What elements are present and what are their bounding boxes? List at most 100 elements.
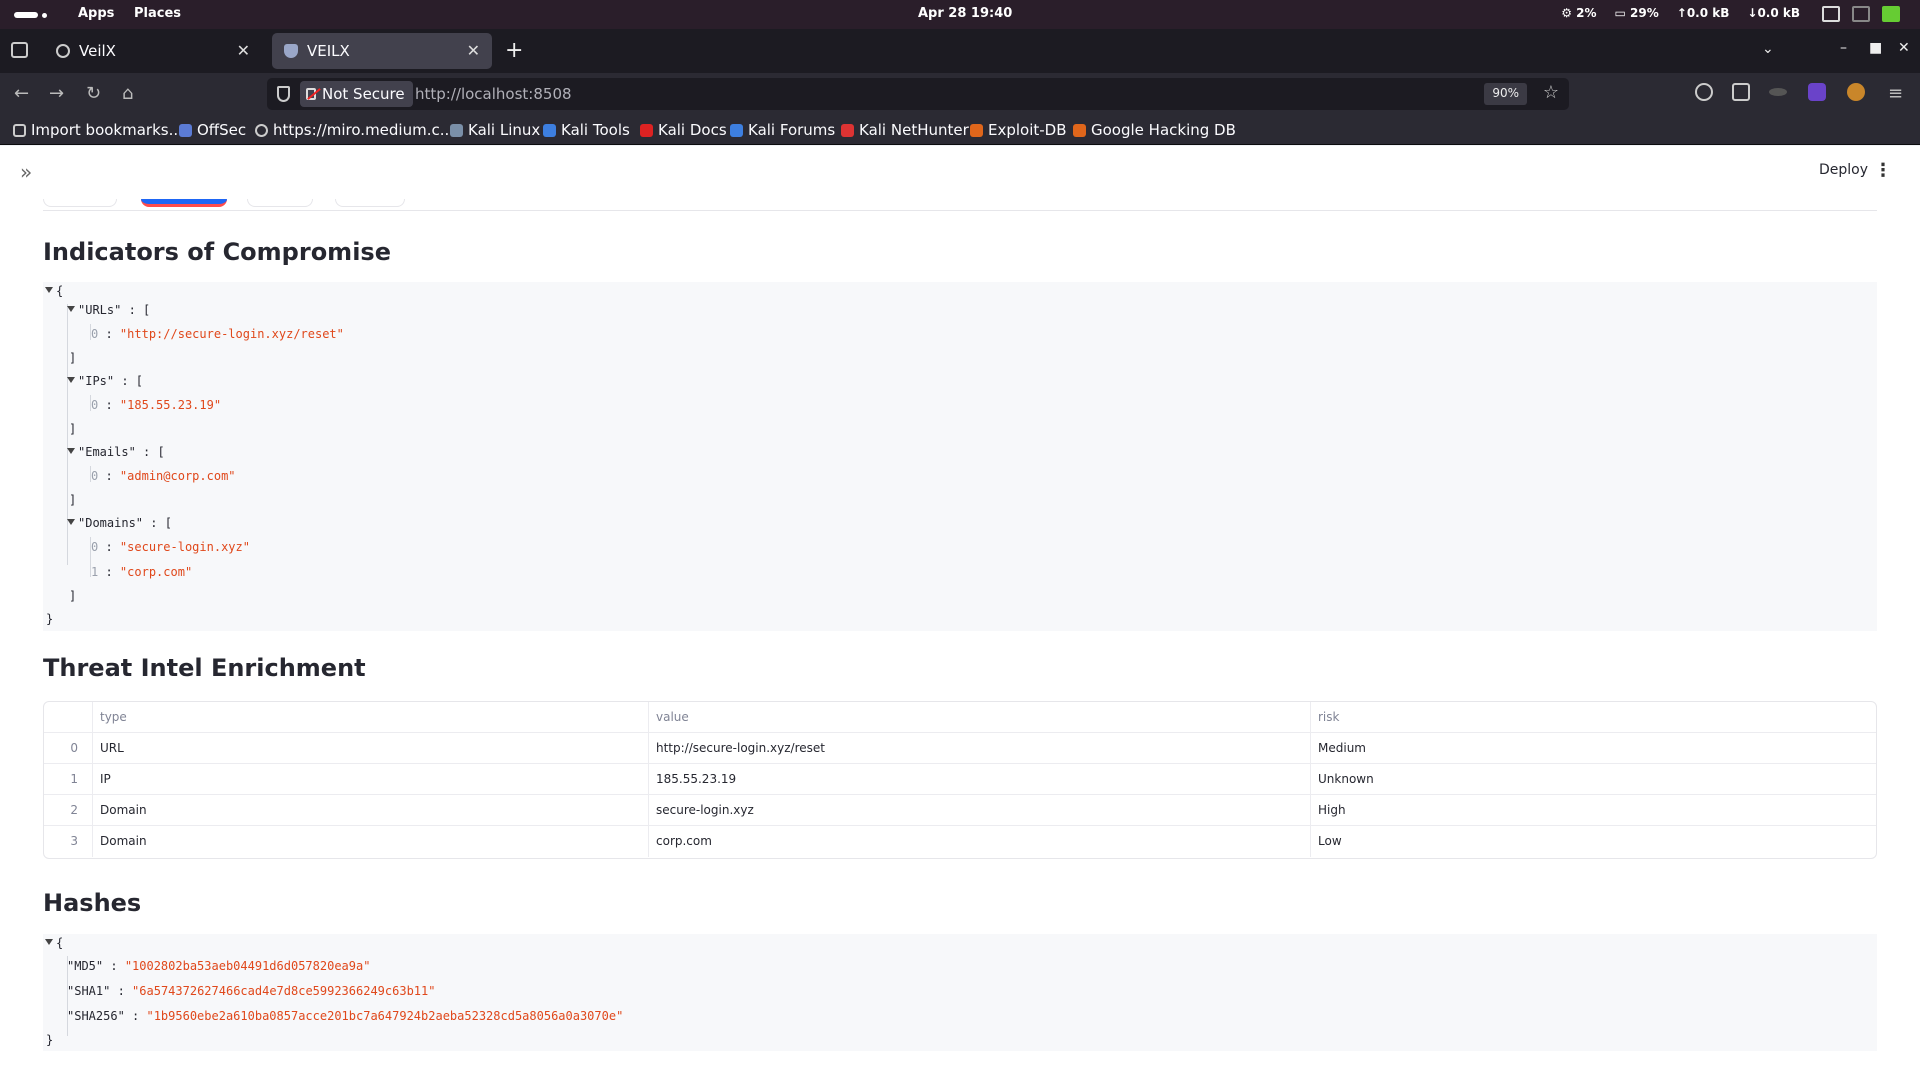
json-root-open[interactable]: {	[45, 936, 63, 950]
home-icon[interactable]: ⌂	[122, 83, 133, 104]
json-domains-node[interactable]: "Domains" : [	[67, 516, 172, 530]
bookmark-medium[interactable]: https://miro.medium.c...	[255, 121, 454, 139]
column-header-type[interactable]: type	[92, 702, 648, 733]
cell-value[interactable]: corp.com	[648, 826, 1310, 857]
caret-down-icon[interactable]	[67, 448, 75, 454]
app-tab-selected[interactable]	[141, 199, 227, 207]
caret-down-icon[interactable]	[45, 287, 53, 293]
cell-type[interactable]: URL	[92, 733, 648, 764]
close-tab-icon[interactable]: ✕	[237, 41, 250, 60]
kali-tools-icon	[543, 123, 556, 137]
app-tab[interactable]	[335, 199, 405, 207]
bookmark-kali-linux[interactable]: Kali Linux	[450, 121, 540, 139]
column-header-value[interactable]: value	[648, 702, 1310, 733]
extension-hat-icon[interactable]	[1769, 88, 1787, 96]
extensions-icon[interactable]	[1732, 83, 1750, 101]
cell-type[interactable]: Domain	[92, 795, 648, 826]
json-urls-node[interactable]: "URLs" : [	[67, 303, 150, 317]
bookmark-kali-tools[interactable]: Kali Tools	[543, 121, 630, 139]
tab-list-icon[interactable]	[11, 42, 28, 58]
json-item: 0 : "secure-login.xyz"	[91, 540, 250, 554]
exploit-db-icon	[970, 123, 983, 137]
bookmark-offsec[interactable]: OffSec	[179, 121, 246, 139]
expand-sidebar-icon[interactable]: »	[20, 160, 32, 184]
bookmark-kali-docs[interactable]: Kali Docs	[640, 121, 727, 139]
json-sha256: "SHA256" : "1b9560ebe2a610ba0857acce201b…	[67, 1009, 624, 1023]
hamburger-menu-icon[interactable]: ≡	[1888, 83, 1903, 104]
bookmark-import[interactable]: Import bookmarks...	[13, 121, 183, 139]
caret-down-icon[interactable]	[45, 939, 53, 945]
bookmark-star-icon[interactable]: ☆	[1543, 82, 1559, 103]
account-icon[interactable]	[1695, 83, 1713, 101]
cell-type[interactable]: Domain	[92, 826, 648, 857]
url-bar[interactable]: Not Secure http://localhost:8508 90% ☆	[267, 78, 1569, 110]
system-stats: ⚙ 2% ▭ 29% ↑0.0 kB ↓0.0 kB	[1561, 6, 1800, 20]
minimize-icon[interactable]: –	[1840, 40, 1847, 56]
shield-favicon-icon	[284, 44, 298, 58]
deploy-button[interactable]: Deploy	[1819, 162, 1868, 178]
json-value: "1b9560ebe2a610ba0857acce201bc7a647924b2…	[146, 1009, 624, 1023]
cell-value[interactable]: http://secure-login.xyz/reset	[648, 733, 1310, 764]
cell-risk[interactable]: Unknown	[1310, 764, 1876, 795]
bookmark-kali-nethunter[interactable]: Kali NetHunter	[841, 121, 969, 139]
extension-badge-icon[interactable]	[1808, 83, 1826, 101]
caret-down-icon[interactable]	[67, 519, 75, 525]
bookmark-kali-forums[interactable]: Kali Forums	[730, 121, 835, 139]
chevron-down-icon[interactable]: ⌄	[1762, 41, 1774, 57]
url-text[interactable]: http://localhost:8508	[415, 85, 572, 103]
clock[interactable]: Apr 28 19:40	[918, 6, 1012, 21]
bookmark-google-hacking-db[interactable]: Google Hacking DB	[1073, 121, 1236, 139]
table-row[interactable]: 3 Domain corp.com Low	[44, 826, 1876, 857]
security-badge[interactable]: Not Secure	[300, 81, 413, 107]
browser-tab-veilx-active[interactable]: VEILX ✕	[272, 33, 492, 69]
table-row[interactable]: 2 Domain secure-login.xyz High	[44, 795, 1876, 826]
workspace-indicator[interactable]	[14, 12, 47, 18]
cell-risk[interactable]: Medium	[1310, 733, 1876, 764]
cell-type[interactable]: IP	[92, 764, 648, 795]
bookmark-label: Import bookmarks...	[31, 121, 183, 139]
zoom-level[interactable]: 90%	[1484, 83, 1527, 105]
security-label: Not Secure	[322, 85, 405, 103]
cell-value[interactable]: 185.55.23.19	[648, 764, 1310, 795]
table-row[interactable]: 0 URL http://secure-login.xyz/reset Medi…	[44, 733, 1876, 764]
apps-menu[interactable]: Apps	[78, 6, 114, 21]
json-key: "Domains"	[78, 516, 144, 530]
caret-down-icon[interactable]	[67, 306, 75, 312]
row-index: 0	[70, 741, 78, 755]
caret-down-icon[interactable]	[67, 377, 75, 383]
maximize-icon[interactable]: ■	[1869, 40, 1882, 56]
app-tab[interactable]	[247, 199, 313, 207]
json-value: "185.55.23.19"	[119, 398, 222, 412]
browser-tab-veilx[interactable]: VeilX ✕	[44, 33, 262, 69]
column-header-risk[interactable]: risk	[1310, 702, 1876, 733]
cell-risk[interactable]: High	[1310, 795, 1876, 826]
json-ips-node[interactable]: "IPs" : [	[67, 374, 143, 388]
tracking-shield-icon[interactable]	[277, 86, 290, 102]
places-menu[interactable]: Places	[134, 6, 181, 21]
tab-title: VeilX	[79, 42, 116, 60]
cell-value[interactable]: secure-login.xyz	[648, 795, 1310, 826]
mute-icon[interactable]	[1852, 6, 1870, 22]
table-row[interactable]: 1 IP 185.55.23.19 Unknown	[44, 764, 1876, 795]
display-icon[interactable]	[1822, 6, 1840, 22]
more-options-icon[interactable]: ⋮	[1874, 160, 1892, 181]
reload-icon[interactable]: ↻	[86, 83, 101, 104]
close-tab-icon[interactable]: ✕	[467, 41, 480, 60]
import-icon	[13, 123, 26, 137]
json-emails-node[interactable]: "Emails" : [	[67, 445, 165, 459]
bookmark-label: Kali NetHunter	[859, 121, 969, 139]
back-icon[interactable]: ←	[14, 83, 29, 104]
hashes-heading: Hashes	[43, 889, 142, 917]
forward-icon[interactable]: →	[49, 83, 64, 104]
bookmark-label: Kali Tools	[561, 121, 630, 139]
json-root-open[interactable]: {	[45, 284, 63, 298]
bookmark-exploit-db[interactable]: Exploit-DB	[970, 121, 1067, 139]
app-tab[interactable]	[43, 199, 117, 207]
cell-risk[interactable]: Low	[1310, 826, 1876, 857]
battery-icon[interactable]	[1882, 6, 1900, 22]
close-window-icon[interactable]: ✕	[1898, 40, 1910, 56]
cpu-value: 2%	[1576, 6, 1597, 20]
enrichment-table[interactable]: type value risk 0 URL http://secure-logi…	[43, 701, 1877, 859]
extension-cookie-icon[interactable]	[1847, 83, 1865, 101]
new-tab-icon[interactable]: +	[505, 38, 523, 63]
